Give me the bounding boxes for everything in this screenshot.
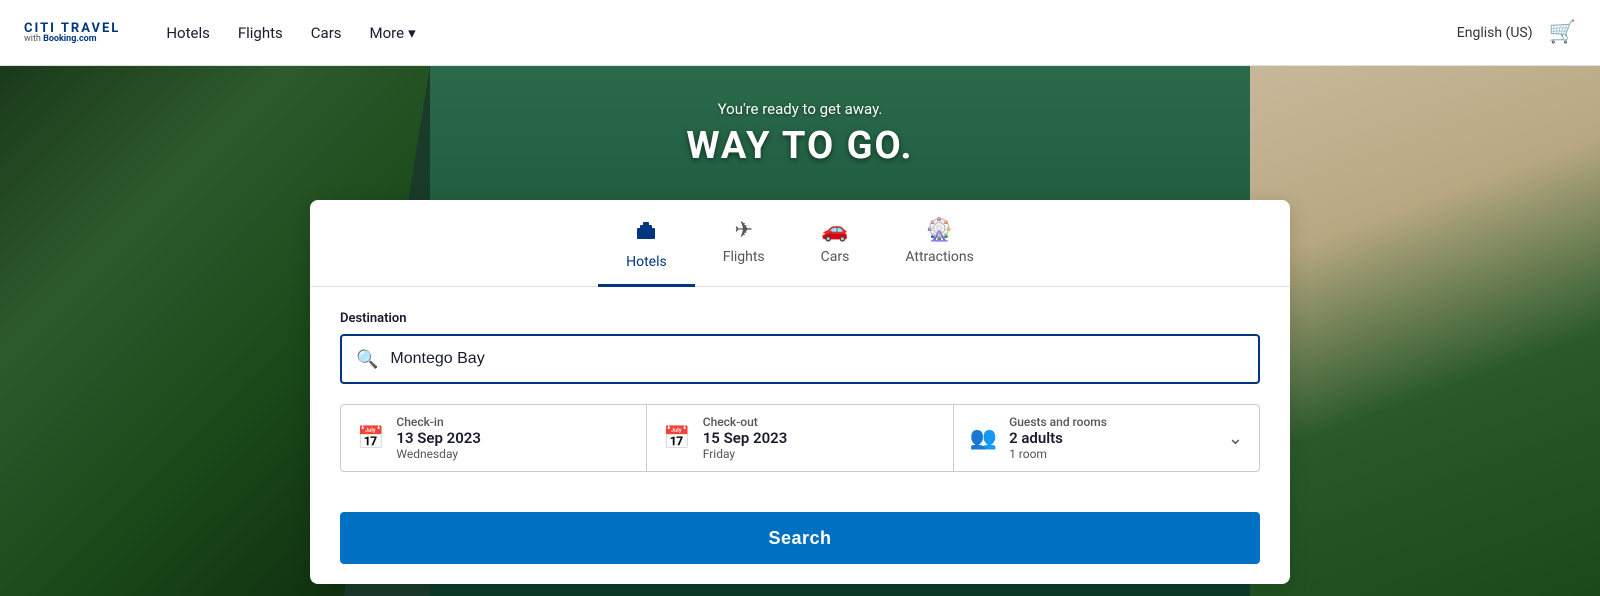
language-selector[interactable]: English (US): [1457, 25, 1533, 41]
logo: CITI TRAVEL with Booking.com: [24, 22, 120, 44]
nav-right: English (US) 🛒: [1457, 20, 1576, 45]
checkin-field[interactable]: 📅 Check-in 13 Sep 2023 Wednesday: [341, 405, 647, 471]
guests-value: 2 adults: [1009, 429, 1107, 447]
attractions-icon: 🎡: [926, 218, 953, 243]
checkin-day: Wednesday: [396, 447, 481, 461]
checkin-date: 13 Sep 2023: [396, 429, 481, 447]
search-card: Hotels ✈ Flights 🚗 Cars 🎡 Attractions De…: [310, 200, 1290, 584]
destination-input[interactable]: [390, 350, 1244, 368]
search-tabs: Hotels ✈ Flights 🚗 Cars 🎡 Attractions: [310, 200, 1290, 287]
tab-attractions-label: Attractions: [905, 249, 974, 265]
hero-title: WAY TO GO.: [0, 124, 1600, 168]
nav-more[interactable]: More ▾: [356, 16, 430, 50]
nav-links: Hotels Flights Cars More ▾: [152, 16, 429, 50]
checkout-day: Friday: [703, 447, 788, 461]
car-icon: 🚗: [821, 218, 848, 243]
checkin-label: Check-in: [396, 415, 481, 429]
chevron-down-icon: ▾: [408, 24, 416, 42]
search-form: Destination 🔍 📅 Check-in 13 Sep 2023 Wed…: [310, 287, 1290, 492]
tab-hotels-label: Hotels: [626, 254, 667, 270]
guests-text: Guests and rooms 2 adults 1 room: [1009, 415, 1107, 461]
tab-cars[interactable]: 🚗 Cars: [793, 200, 878, 287]
checkout-date: 15 Sep 2023: [703, 429, 788, 447]
tab-attractions[interactable]: 🎡 Attractions: [877, 200, 1002, 287]
logo-sub: with Booking.com: [24, 35, 120, 44]
nav-cars[interactable]: Cars: [297, 16, 356, 50]
checkout-label: Check-out: [703, 415, 788, 429]
checkin-text: Check-in 13 Sep 2023 Wednesday: [396, 415, 481, 461]
checkout-calendar-icon: 📅: [663, 426, 690, 451]
destination-label: Destination: [340, 311, 1260, 326]
nav-hotels[interactable]: Hotels: [152, 16, 224, 50]
nav-more-label: More: [370, 24, 405, 42]
date-rooms-row: 📅 Check-in 13 Sep 2023 Wednesday 📅 Check…: [340, 404, 1260, 472]
guests-icon: 👥: [970, 426, 997, 451]
guests-rooms-field[interactable]: 👥 Guests and rooms 2 adults 1 room ⌄: [954, 405, 1259, 471]
destination-row: Destination 🔍: [340, 311, 1260, 384]
checkin-calendar-icon: 📅: [357, 426, 384, 451]
flight-icon: ✈: [734, 218, 752, 243]
rooms-value: 1 room: [1009, 447, 1107, 461]
hero-text: You're ready to get away. WAY TO GO.: [0, 100, 1600, 168]
search-button[interactable]: Search: [340, 512, 1260, 564]
destination-input-wrap: 🔍: [340, 334, 1260, 384]
checkout-field[interactable]: 📅 Check-out 15 Sep 2023 Friday: [647, 405, 953, 471]
hotel-icon: [634, 218, 658, 248]
guests-label: Guests and rooms: [1009, 415, 1107, 429]
navbar: CITI TRAVEL with Booking.com Hotels Flig…: [0, 0, 1600, 66]
tab-flights-label: Flights: [723, 249, 765, 265]
guests-expand-icon: ⌄: [1228, 428, 1243, 449]
tab-hotels[interactable]: Hotels: [598, 200, 695, 287]
destination-search-icon: 🔍: [356, 349, 378, 370]
cart-icon[interactable]: 🛒: [1549, 20, 1576, 45]
checkout-text: Check-out 15 Sep 2023 Friday: [703, 415, 788, 461]
tab-cars-label: Cars: [821, 249, 850, 265]
hero-subtitle: You're ready to get away.: [0, 100, 1600, 118]
search-button-wrap: Search: [310, 512, 1290, 564]
nav-flights[interactable]: Flights: [224, 16, 297, 50]
tab-flights[interactable]: ✈ Flights: [695, 200, 793, 287]
